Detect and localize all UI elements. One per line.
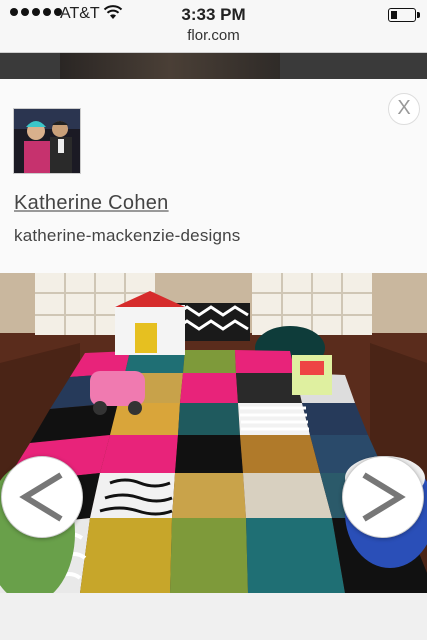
close-button[interactable]: X	[388, 93, 420, 125]
chevron-left-icon	[19, 472, 63, 522]
avatar[interactable]	[13, 108, 81, 174]
rug-photo	[0, 273, 427, 593]
status-bar: AT&T 3:33 PM flor.com	[0, 0, 427, 53]
url-bar[interactable]: flor.com	[0, 27, 427, 44]
status-time: 3:33 PM	[181, 5, 246, 24]
next-photo-button[interactable]	[342, 456, 424, 538]
panel-footer	[0, 593, 427, 640]
user-name-link[interactable]: Katherine Cohen	[14, 192, 169, 215]
chevron-right-icon	[362, 472, 406, 522]
background-page-strip	[0, 53, 427, 79]
user-handle: katherine-mackenzie-designs	[14, 226, 241, 245]
previous-photo-button[interactable]	[1, 456, 83, 538]
battery-icon	[388, 8, 420, 22]
